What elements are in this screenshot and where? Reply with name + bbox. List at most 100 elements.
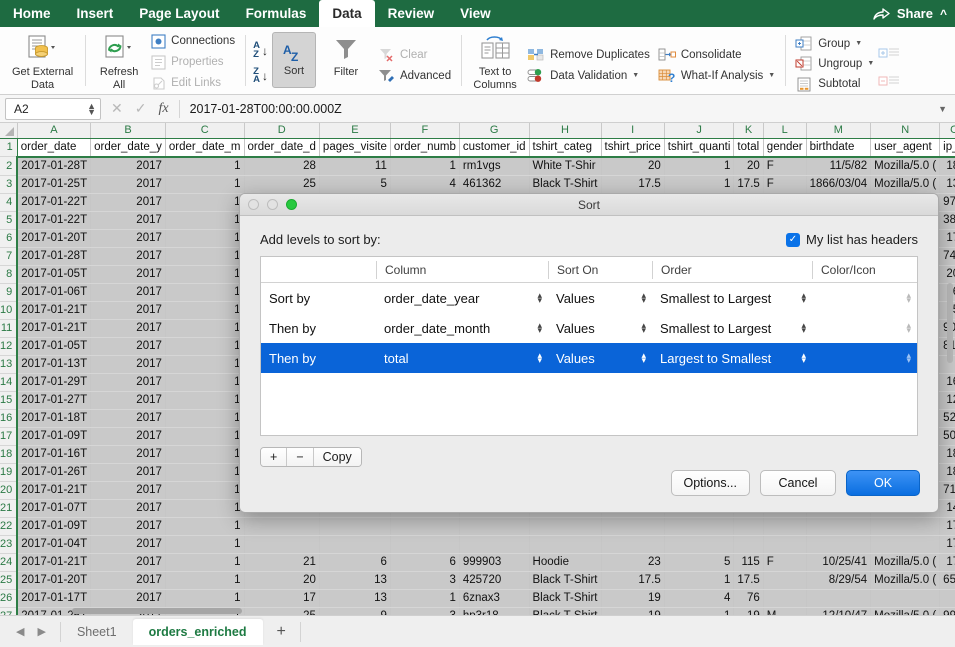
grid-cell[interactable]: 2017: [91, 445, 166, 463]
grid-cell[interactable]: 1: [165, 589, 244, 607]
grid-cell[interactable]: 74.1: [940, 247, 955, 265]
grid-cell[interactable]: 38.2: [940, 211, 955, 229]
ribbon-tab-review[interactable]: Review: [375, 0, 448, 27]
chevron-updown-icon[interactable]: ▴▾: [906, 323, 911, 334]
grid-cell[interactable]: 23: [601, 553, 664, 571]
grid-cell[interactable]: 8/29/54: [806, 571, 871, 589]
grid-cell[interactable]: 71.2: [940, 481, 955, 499]
grid-cell[interactable]: 1: [165, 355, 244, 373]
grid-cell[interactable]: Black T-Shirt: [529, 571, 601, 589]
grid-cell[interactable]: 2017: [91, 571, 166, 589]
grid-cell[interactable]: 2017-01-13T: [17, 355, 90, 373]
grid-cell[interactable]: 3: [390, 607, 459, 615]
header-cell[interactable]: gender: [763, 138, 806, 157]
delete-level-button[interactable]: −: [286, 448, 312, 466]
header-cell[interactable]: ip_a: [940, 138, 955, 157]
grid-cell[interactable]: 2017: [91, 247, 166, 265]
row-header-21[interactable]: 21: [0, 499, 17, 517]
formula-bar-value[interactable]: 2017-01-28T00:00:00.000Z: [180, 102, 342, 116]
grid-cell[interactable]: 2017-01-21T: [17, 481, 90, 499]
refresh-all-button[interactable]: Refresh All: [91, 30, 147, 94]
sort-level-sort-on-select[interactable]: Values▴▾: [548, 291, 652, 306]
row-header-24[interactable]: 24: [0, 553, 17, 571]
grid-cell[interactable]: 2017: [91, 301, 166, 319]
grid-cell[interactable]: 10/25/41: [806, 553, 871, 571]
grid-cell[interactable]: 4: [664, 589, 734, 607]
grid-cell[interactable]: 65.4: [940, 571, 955, 589]
column-header-l[interactable]: L: [763, 123, 806, 138]
row-header-17[interactable]: 17: [0, 427, 17, 445]
grid-cell[interactable]: 6: [390, 553, 459, 571]
grid-cell[interactable]: [664, 535, 734, 553]
header-cell[interactable]: user_agent: [871, 138, 940, 157]
grid-cell[interactable]: [763, 589, 806, 607]
row-header-13[interactable]: 13: [0, 355, 17, 373]
grid-cell[interactable]: 1: [165, 445, 244, 463]
connections-button[interactable]: Connections: [147, 31, 239, 51]
row-header-20[interactable]: 20: [0, 481, 17, 499]
grid-cell[interactable]: [459, 535, 529, 553]
grid-cell[interactable]: 1: [165, 157, 244, 176]
header-cell[interactable]: total: [734, 138, 763, 157]
row-header-7[interactable]: 7: [0, 247, 17, 265]
row-header-8[interactable]: 8: [0, 265, 17, 283]
grid-cell[interactable]: 2017: [91, 373, 166, 391]
row-header-23[interactable]: 23: [0, 535, 17, 553]
grid-cell[interactable]: 21: [244, 553, 319, 571]
column-header-j[interactable]: J: [664, 123, 734, 138]
grid-cell[interactable]: [871, 535, 940, 553]
grid-cell[interactable]: [319, 535, 390, 553]
add-level-button[interactable]: +: [261, 448, 286, 466]
vertical-scrollbar[interactable]: [947, 283, 953, 363]
next-sheet-icon[interactable]: ▶: [37, 625, 45, 638]
ribbon-tab-formulas[interactable]: Formulas: [233, 0, 320, 27]
grid-cell[interactable]: [529, 517, 601, 535]
column-header-b[interactable]: B: [91, 123, 166, 138]
row-header-26[interactable]: 26: [0, 589, 17, 607]
name-box-stepper-icon[interactable]: ▲▼: [87, 103, 96, 115]
sort-level-sort-on-select[interactable]: Values▴▾: [548, 351, 652, 366]
column-header-k[interactable]: K: [734, 123, 763, 138]
grid-cell[interactable]: 11: [319, 157, 390, 176]
header-cell[interactable]: order_date_m: [165, 138, 244, 157]
sort-ascending-button[interactable]: AZ ↓: [253, 42, 268, 59]
grid-cell[interactable]: 2017-01-22T: [17, 211, 90, 229]
group-button[interactable]: Group ▼: [791, 34, 878, 53]
sort-level-column-select[interactable]: order_date_month▴▾: [376, 321, 548, 336]
grid-cell[interactable]: 1866/03/04: [806, 175, 871, 193]
header-cell[interactable]: order_date_y: [91, 138, 166, 157]
previous-sheet-icon[interactable]: ◀: [16, 625, 24, 638]
options-button[interactable]: Options...: [671, 470, 751, 496]
grid-cell[interactable]: F: [763, 157, 806, 176]
grid-cell[interactable]: [734, 535, 763, 553]
grid-cell[interactable]: 2017-01-16T: [17, 445, 90, 463]
sort-level-row[interactable]: Then byorder_date_month▴▾Values▴▾Smalles…: [261, 313, 917, 343]
grid-cell[interactable]: 2017-01-06T: [17, 283, 90, 301]
table-row[interactable]: 252017-01-20T2017120133425720Black T-Shi…: [0, 571, 955, 589]
row-header-10[interactable]: 10: [0, 301, 17, 319]
grid-cell[interactable]: 6znax3: [459, 589, 529, 607]
grid-cell[interactable]: 2017-01-27T: [17, 391, 90, 409]
grid-cell[interactable]: 1: [664, 607, 734, 615]
copy-level-button[interactable]: Copy: [313, 448, 361, 466]
chevron-updown-icon[interactable]: ▴▾: [641, 353, 646, 364]
sort-button[interactable]: A Z Sort: [272, 32, 316, 88]
grid-cell[interactable]: Mozilla/5.0 (: [871, 175, 940, 193]
grid-cell[interactable]: 17.5: [601, 175, 664, 193]
chevron-updown-icon[interactable]: ▴▾: [537, 323, 542, 334]
grid-cell[interactable]: 1: [165, 571, 244, 589]
grid-cell[interactable]: 115: [734, 553, 763, 571]
column-header-g[interactable]: G: [459, 123, 529, 138]
grid-cell[interactable]: M: [763, 607, 806, 615]
grid-cell[interactable]: 2017-01-09T: [17, 517, 90, 535]
grid-cell[interactable]: 2017-01-21T: [17, 553, 90, 571]
chevron-updown-icon[interactable]: ▴▾: [801, 323, 806, 334]
grid-cell[interactable]: 200: [940, 265, 955, 283]
grid-cell[interactable]: [763, 517, 806, 535]
sort-descending-button[interactable]: ZA ↓: [253, 68, 268, 85]
row-header-4[interactable]: 4: [0, 193, 17, 211]
grid-cell[interactable]: 50.2: [940, 427, 955, 445]
chevron-updown-icon[interactable]: ▴▾: [641, 323, 646, 334]
grid-cell[interactable]: 1: [165, 427, 244, 445]
grid-cell[interactable]: [763, 535, 806, 553]
